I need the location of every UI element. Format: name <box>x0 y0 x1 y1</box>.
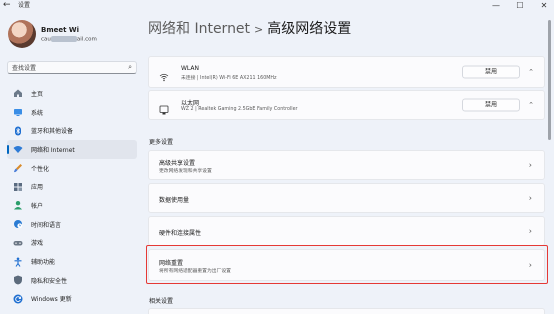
settings-row-data-usage[interactable]: 数据使用量 › <box>148 183 545 213</box>
settings-row-related[interactable] <box>148 308 545 314</box>
globe-clock-icon <box>13 219 23 229</box>
sidebar-item-label: 主页 <box>31 90 44 98</box>
settings-row-hardware-properties[interactable]: 硬件和连接属性 › <box>148 216 545 246</box>
sidebar-item-personalization[interactable]: 个性化 <box>7 159 137 178</box>
breadcrumb-separator: > <box>254 23 264 36</box>
adapter-name: WLAN <box>181 65 200 72</box>
user-email-suffix: ail.com <box>76 36 97 43</box>
bluetooth-icon <box>13 126 23 136</box>
chevron-right-icon: › <box>528 226 532 236</box>
sidebar-item-label: 游戏 <box>31 240 44 248</box>
user-email-prefix: cau <box>41 36 51 43</box>
chevron-right-icon: › <box>528 160 532 170</box>
ethernet-icon <box>159 100 169 115</box>
sidebar-item-label: 系统 <box>31 109 44 117</box>
wifi-icon <box>13 144 23 154</box>
chevron-right-icon: › <box>528 193 532 203</box>
row-title: 高级共享设置 <box>159 160 196 167</box>
sidebar-item-home[interactable]: 主页 <box>7 84 137 103</box>
sidebar-item-bluetooth[interactable]: 蓝牙和其他设备 <box>7 121 137 140</box>
sidebar-item-network[interactable]: 网络和 Internet <box>7 140 137 159</box>
apps-icon <box>13 182 23 192</box>
sidebar-item-gaming[interactable]: 游戏 <box>7 234 137 253</box>
adapter-card-wlan: WLAN 未连接 | Intel(R) Wi-Fi 6E AX211 160MH… <box>148 56 545 88</box>
maximize-icon[interactable]: ☐ <box>514 0 526 11</box>
breadcrumb-parent[interactable]: 网络和 Internet <box>148 21 250 37</box>
disable-ethernet-button[interactable]: 禁用 <box>462 98 520 112</box>
sidebar-item-label: 帐户 <box>31 202 44 210</box>
sidebar-item-label: 蓝牙和其他设备 <box>31 128 74 136</box>
row-title: 硬件和连接属性 <box>159 230 202 237</box>
sidebar-item-label: 个性化 <box>31 165 50 173</box>
adapter-description: WZ 2 | Realtek Gaming 2.5GbE Family Cont… <box>181 107 298 112</box>
section-label-related-settings: 相关设置 <box>149 298 174 305</box>
home-icon <box>13 88 23 98</box>
sidebar-item-label: 隐私和安全性 <box>31 277 68 285</box>
sidebar-item-system[interactable]: 系统 <box>7 103 137 122</box>
sidebar-nav: 主页 系统 蓝牙和其他设备 网络和 Internet 个性化 应用 帐户 时间和… <box>7 84 137 308</box>
settings-row-advanced-sharing[interactable]: 高级共享设置 更改网络发现和共享设置 › <box>148 150 545 180</box>
page-title: 高级网络设置 <box>267 21 352 37</box>
sidebar-item-accounts[interactable]: 帐户 <box>7 196 137 215</box>
disable-wlan-button[interactable]: 禁用 <box>462 65 520 79</box>
adapter-card-ethernet: 以太网 WZ 2 | Realtek Gaming 2.5GbE Family … <box>148 90 545 120</box>
sidebar-item-apps[interactable]: 应用 <box>7 177 137 196</box>
shield-icon <box>13 275 23 285</box>
search-input[interactable] <box>12 64 112 72</box>
breadcrumb: 网络和 Internet > 高级网络设置 <box>148 18 351 38</box>
minimize-icon[interactable]: — <box>490 0 502 11</box>
section-label-more-settings: 更多设置 <box>149 139 174 146</box>
sidebar-item-accessibility[interactable]: 辅助功能 <box>7 252 137 271</box>
sidebar-item-windows-update[interactable]: Windows 更新 <box>7 290 137 309</box>
title-bar: ← 设置 — ☐ ✕ <box>0 0 554 12</box>
sidebar-item-time-language[interactable]: 时间和语言 <box>7 215 137 234</box>
account-icon <box>13 200 23 210</box>
highlight-box <box>146 245 548 284</box>
chevron-up-icon[interactable]: ⌃ <box>528 68 534 76</box>
row-description: 更改网络发现和共享设置 <box>159 169 212 174</box>
update-icon <box>13 294 23 304</box>
sidebar-item-label: 网络和 Internet <box>31 146 75 154</box>
adapter-description: 未连接 | Intel(R) Wi-Fi 6E AX211 160MHz <box>181 76 277 81</box>
sidebar-item-label: 辅助功能 <box>31 259 56 267</box>
scrollbar-thumb[interactable] <box>548 20 551 140</box>
close-icon[interactable]: ✕ <box>538 0 550 11</box>
adapter-name: 以太网 <box>181 100 200 107</box>
email-redaction <box>50 36 77 42</box>
user-email: cau ail.com <box>41 36 97 43</box>
window-title: 设置 <box>18 2 31 9</box>
back-icon[interactable]: ← <box>3 0 11 11</box>
sidebar-item-label: 时间和语言 <box>31 221 62 229</box>
wifi-icon <box>159 67 169 82</box>
user-name: Bmeet Wi <box>41 26 80 34</box>
accessibility-icon <box>13 257 23 267</box>
row-title: 数据使用量 <box>159 197 190 204</box>
brush-icon <box>13 163 23 173</box>
gamepad-icon <box>13 238 23 248</box>
sidebar-item-privacy[interactable]: 隐私和安全性 <box>7 271 137 290</box>
chevron-up-icon[interactable]: ⌃ <box>528 101 534 109</box>
sidebar-item-label: 应用 <box>31 184 44 192</box>
avatar[interactable] <box>8 20 36 48</box>
scrollbar[interactable] <box>548 20 551 300</box>
search-icon[interactable]: ⌕ <box>128 63 132 72</box>
search-box[interactable]: ⌕ <box>7 61 137 74</box>
system-icon <box>13 107 23 117</box>
sidebar-item-label: Windows 更新 <box>31 296 72 304</box>
